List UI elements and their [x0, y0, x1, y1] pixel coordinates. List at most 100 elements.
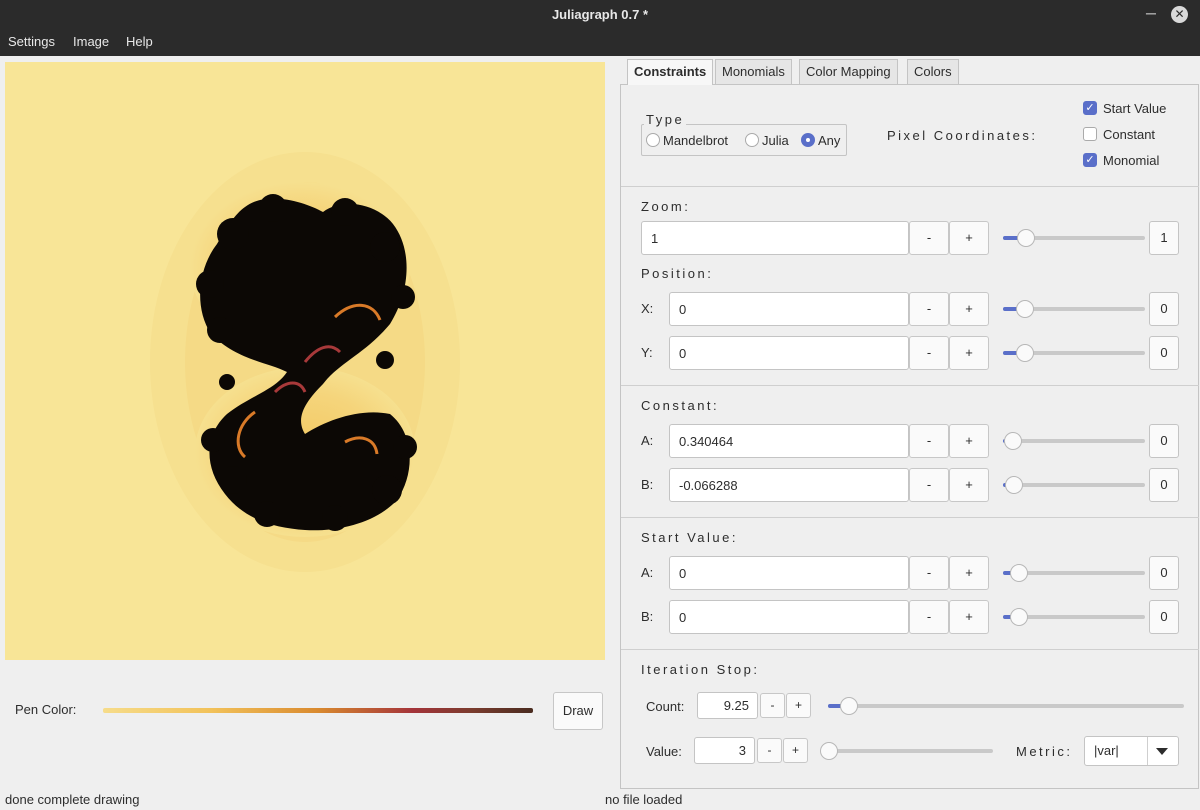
value-slider-handle[interactable] [820, 742, 838, 760]
fractal-image [150, 152, 460, 572]
start-value-b-slider-handle[interactable] [1010, 608, 1028, 626]
constant-a-input[interactable] [669, 424, 909, 458]
value-input[interactable] [694, 737, 755, 764]
start-value-a-slider-handle[interactable] [1010, 564, 1028, 582]
divider [621, 517, 1199, 518]
constant-a-increment-button[interactable]: + [949, 424, 989, 458]
tab-constraints[interactable]: Constraints [627, 59, 714, 85]
chevron-down-icon [1156, 748, 1168, 755]
constant-b-input[interactable] [669, 468, 909, 502]
position-x-label: X: [641, 301, 654, 316]
start-value-a-slider-value: 0 [1149, 556, 1179, 590]
position-y-slider-value: 0 [1149, 336, 1179, 370]
start-value-a-increment-button[interactable]: + [949, 556, 989, 590]
value-increment-button[interactable]: + [783, 738, 808, 763]
zoom-slider-value: 1 [1149, 221, 1179, 255]
type-title: Type [644, 112, 687, 127]
value-slider[interactable] [822, 749, 993, 753]
radio-any[interactable] [801, 133, 815, 147]
constant-a-slider[interactable] [1003, 439, 1145, 443]
iteration-stop-title: Iteration Stop: [641, 662, 760, 677]
divider [621, 385, 1199, 386]
radio-julia[interactable] [745, 133, 759, 147]
tab-colors[interactable]: Colors [907, 59, 959, 84]
file-status-text: no file loaded [605, 792, 683, 807]
position-y-slider-handle[interactable] [1016, 344, 1034, 362]
position-title: Position: [641, 266, 714, 281]
radio-julia-label: Julia [762, 133, 789, 148]
checkbox-constant[interactable] [1083, 127, 1097, 141]
checkbox-monomial-label: Monomial [1103, 153, 1160, 168]
constant-b-slider-value: 0 [1149, 468, 1179, 502]
position-x-increment-button[interactable]: + [949, 292, 989, 326]
menu-settings[interactable]: Settings [8, 34, 55, 49]
constant-b-increment-button[interactable]: + [949, 468, 989, 502]
constant-a-slider-value: 0 [1149, 424, 1179, 458]
checkbox-constant-label: Constant [1103, 127, 1156, 142]
tab-color-mapping[interactable]: Color Mapping [799, 59, 898, 84]
metric-select[interactable]: |var| [1084, 736, 1179, 766]
close-button[interactable]: ✕ [1171, 6, 1188, 23]
position-x-input[interactable] [669, 292, 909, 326]
value-label: Value: [646, 744, 682, 759]
start-value-a-decrement-button[interactable]: - [909, 556, 949, 590]
constant-b-slider-handle[interactable] [1005, 476, 1023, 494]
status-text: done complete drawing [5, 792, 140, 807]
tab-monomials[interactable]: Monomials [715, 59, 792, 84]
radio-mandelbrot[interactable] [646, 133, 660, 147]
minimize-button[interactable]: ─ [1140, 3, 1162, 25]
checkbox-monomial[interactable]: ✓ [1083, 153, 1097, 167]
metric-divider [1147, 737, 1148, 765]
zoom-slider-handle[interactable] [1017, 229, 1035, 247]
divider [621, 186, 1199, 187]
start-value-a-label: A: [641, 565, 654, 580]
count-decrement-button[interactable]: - [760, 693, 785, 718]
constant-title: Constant: [641, 398, 720, 413]
start-value-a-input[interactable] [669, 556, 909, 590]
start-value-title: Start Value: [641, 530, 738, 545]
window-title: Juliagraph 0.7 * [551, 7, 649, 22]
position-x-decrement-button[interactable]: - [909, 292, 949, 326]
title-bar: Juliagraph 0.7 * ─ ✕ [0, 0, 1200, 30]
position-x-slider-handle[interactable] [1016, 300, 1034, 318]
position-x-slider-value: 0 [1149, 292, 1179, 326]
zoom-input[interactable] [641, 221, 909, 255]
position-y-label: Y: [641, 345, 653, 360]
start-value-b-slider-value: 0 [1149, 600, 1179, 634]
count-increment-button[interactable]: + [786, 693, 811, 718]
menu-help[interactable]: Help [126, 34, 153, 49]
pen-color-gradient[interactable] [103, 708, 533, 713]
menu-image[interactable]: Image [73, 34, 109, 49]
draw-button[interactable]: Draw [553, 692, 603, 730]
count-input[interactable] [697, 692, 758, 719]
start-value-b-label: B: [641, 609, 654, 624]
pen-color-label: Pen Color: [15, 702, 77, 717]
checkbox-start-value-label: Start Value [1103, 101, 1167, 116]
start-value-b-input[interactable] [669, 600, 909, 634]
metric-value: |var| [1094, 743, 1119, 758]
radio-any-label: Any [818, 133, 841, 148]
constant-a-label: A: [641, 433, 654, 448]
start-value-b-decrement-button[interactable]: - [909, 600, 949, 634]
constant-a-slider-handle[interactable] [1004, 432, 1022, 450]
count-slider-handle[interactable] [840, 697, 858, 715]
position-y-increment-button[interactable]: + [949, 336, 989, 370]
constant-b-decrement-button[interactable]: - [909, 468, 949, 502]
fractal-canvas[interactable] [5, 62, 605, 660]
radio-mandelbrot-label: Mandelbrot [663, 133, 729, 148]
pixel-coordinates-label: Pixel Coordinates: [887, 128, 1038, 143]
count-slider[interactable] [828, 704, 1184, 708]
zoom-decrement-button[interactable]: - [909, 221, 949, 255]
constant-b-label: B: [641, 477, 654, 492]
divider [621, 649, 1199, 650]
constant-a-decrement-button[interactable]: - [909, 424, 949, 458]
position-y-input[interactable] [669, 336, 909, 370]
position-y-decrement-button[interactable]: - [909, 336, 949, 370]
constant-b-slider[interactable] [1003, 483, 1145, 487]
start-value-b-increment-button[interactable]: + [949, 600, 989, 634]
metric-label: Metric: [1016, 744, 1073, 759]
zoom-increment-button[interactable]: + [949, 221, 989, 255]
checkbox-start-value[interactable]: ✓ [1083, 101, 1097, 115]
value-decrement-button[interactable]: - [757, 738, 782, 763]
zoom-title: Zoom: [641, 199, 691, 214]
